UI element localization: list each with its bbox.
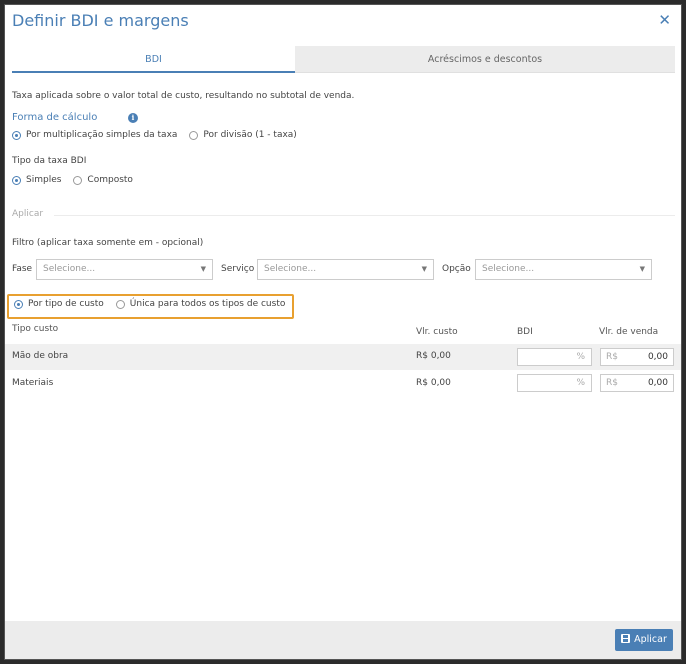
radio-simples-label: Simples: [26, 175, 62, 185]
close-icon[interactable]: ✕: [658, 13, 671, 28]
radio-multiplicacao-label: Por multiplicação simples da taxa: [26, 130, 178, 140]
chevron-down-icon: ▼: [421, 265, 427, 273]
tab-bdi[interactable]: BDI: [12, 46, 295, 73]
row-vlr-custo: R$ 0,00: [416, 351, 451, 361]
radio-divisao[interactable]: [189, 130, 199, 140]
opcao-select-value: Selecione...: [482, 264, 535, 274]
servico-label: Serviço: [221, 264, 255, 274]
percent-unit: %: [576, 378, 585, 388]
save-icon: [621, 634, 631, 643]
radio-por-tipo-custo[interactable]: [14, 299, 23, 309]
bdi-percent-input[interactable]: %: [517, 348, 592, 366]
header-vlr-custo: Vlr. custo: [416, 327, 458, 337]
info-icon[interactable]: i: [128, 113, 138, 123]
bdi-dialog: Definir BDI e margens ✕ BDI Acréscimos e…: [4, 4, 682, 660]
apply-button-label: Aplicar: [634, 634, 667, 645]
bdi-type-label: Tipo da taxa BDI: [12, 156, 87, 166]
row-tipo-custo: Materiais: [12, 378, 54, 388]
servico-select-value: Selecione...: [264, 264, 317, 274]
fase-select[interactable]: Selecione... ▼: [36, 259, 213, 280]
radio-divisao-label: Por divisão (1 - taxa): [203, 130, 297, 140]
currency-unit: R$: [606, 352, 618, 362]
venda-value-input[interactable]: R$ 0,00: [600, 348, 674, 366]
apply-mode-options: Por tipo de custo Única para todos os ti…: [14, 299, 297, 309]
row-tipo-custo: Mão de obra: [12, 351, 69, 361]
filter-label: Filtro (aplicar taxa somente em - opcion…: [12, 238, 204, 248]
calc-form-label: Forma de cálculo: [12, 112, 98, 123]
header-vlr-venda: Vlr. de venda: [599, 327, 659, 337]
description-text: Taxa aplicada sobre o valor total de cus…: [12, 91, 355, 101]
chevron-down-icon: ▼: [200, 265, 206, 273]
fase-select-value: Selecione...: [43, 264, 96, 274]
currency-unit: R$: [606, 378, 618, 388]
servico-select[interactable]: Selecione... ▼: [257, 259, 434, 280]
tab-acrescimos-descontos[interactable]: Acréscimos e descontos: [295, 46, 675, 73]
dialog-footer: Aplicar: [5, 621, 681, 659]
chevron-down-icon: ▼: [639, 265, 645, 273]
bdi-percent-input[interactable]: %: [517, 374, 592, 392]
radio-unica-todos-label: Única para todos os tipos de custo: [129, 299, 286, 309]
header-bdi: BDI: [517, 327, 533, 337]
opcao-select[interactable]: Selecione... ▼: [475, 259, 652, 280]
dialog-title: Definir BDI e margens: [12, 11, 189, 30]
apply-section-label: Aplicar: [12, 209, 44, 219]
header-tipo-custo: Tipo custo: [12, 324, 59, 334]
radio-simples[interactable]: [12, 175, 21, 185]
radio-multiplicacao[interactable]: [12, 130, 21, 140]
radio-composto-label: Composto: [87, 175, 133, 185]
tab-bar: BDI Acréscimos e descontos: [12, 46, 675, 73]
row-vlr-custo: R$ 0,00: [416, 378, 451, 388]
radio-unica-todos[interactable]: [115, 299, 125, 309]
radio-por-tipo-custo-label: Por tipo de custo: [28, 299, 104, 309]
calc-form-options: Por multiplicação simples da taxa Por di…: [12, 130, 309, 140]
apply-button[interactable]: Aplicar: [615, 629, 673, 651]
venda-value-input[interactable]: R$ 0,00: [600, 374, 674, 392]
percent-unit: %: [576, 352, 585, 362]
venda-value: 0,00: [647, 378, 668, 388]
bdi-type-options: Simples Composto: [12, 175, 145, 185]
venda-value: 0,00: [647, 352, 668, 362]
fase-label: Fase: [12, 264, 33, 274]
radio-composto[interactable]: [73, 175, 83, 185]
section-divider: [54, 215, 675, 216]
opcao-label: Opção: [442, 264, 471, 274]
